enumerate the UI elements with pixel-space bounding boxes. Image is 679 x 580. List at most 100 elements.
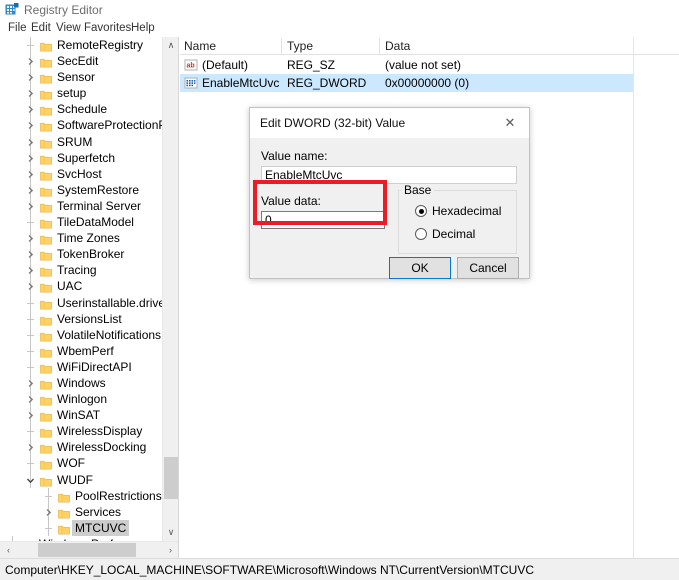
table-row[interactable]: ab (Default) REG_SZ (value not set): [180, 56, 633, 74]
chevron-right-icon[interactable]: [26, 246, 35, 262]
tree-scroll-left-arrow[interactable]: ‹: [0, 542, 17, 558]
chevron-right-icon[interactable]: [26, 69, 35, 85]
chevron-right-icon[interactable]: [26, 101, 35, 117]
chevron-right-icon[interactable]: [26, 439, 35, 455]
folder-icon: [40, 40, 52, 52]
chevron-right-icon[interactable]: [26, 53, 35, 69]
tree-item[interactable]: TileDataModel: [0, 214, 163, 231]
tree-item[interactable]: Sensor: [0, 69, 163, 86]
tree-connector-dash: [27, 366, 34, 368]
folder-icon: [40, 72, 52, 84]
values-list-right-divider: [633, 37, 634, 558]
tree-item[interactable]: Schedule: [0, 101, 163, 118]
column-header-data[interactable]: Data: [385, 39, 410, 53]
folder-icon: [40, 394, 52, 406]
tree-scroll-up-arrow[interactable]: ∧: [163, 37, 178, 54]
tree-item[interactable]: Superfetch: [0, 149, 163, 166]
tree-item[interactable]: SvcHost: [0, 165, 163, 182]
tree-horizontal-scrollbar[interactable]: ‹ ›: [0, 541, 178, 558]
folder-icon: [58, 523, 70, 535]
tree-item[interactable]: VersionsList: [0, 310, 163, 327]
value-data-input[interactable]: [261, 211, 385, 229]
tree-item[interactable]: WOF: [0, 455, 163, 472]
ok-button[interactable]: OK: [389, 257, 451, 279]
tree-item[interactable]: Services: [0, 503, 163, 520]
tree-item[interactable]: MTCUVC: [0, 519, 163, 536]
tree-item[interactable]: Tracing: [0, 262, 163, 279]
chevron-right-icon[interactable]: [26, 85, 35, 101]
chevron-right-icon[interactable]: [26, 407, 35, 423]
menu-file[interactable]: File: [5, 22, 30, 35]
tree-horizontal-scrollbar-thumb[interactable]: [38, 543, 136, 557]
chevron-right-icon[interactable]: [26, 391, 35, 407]
dialog-title: Edit DWORD (32-bit) Value: [260, 116, 406, 130]
chevron-right-icon[interactable]: [26, 182, 35, 198]
chevron-right-icon[interactable]: [26, 134, 35, 150]
tree-item-label: VolatileNotifications: [57, 327, 162, 342]
chevron-right-icon[interactable]: [44, 504, 53, 520]
column-divider-2[interactable]: [379, 38, 380, 54]
tree-item-label: WUDF: [57, 472, 93, 487]
folder-icon: [40, 265, 52, 277]
tree-item-label: TileDataModel: [57, 215, 134, 230]
menu-help[interactable]: Help: [128, 22, 158, 35]
tree-item[interactable]: WUDF: [0, 471, 163, 488]
column-header-type[interactable]: Type: [287, 39, 313, 53]
folder-icon: [40, 281, 52, 293]
tree-item[interactable]: WirelessDocking: [0, 439, 163, 456]
tree-vertical-scrollbar-thumb[interactable]: [164, 457, 178, 499]
tree-item[interactable]: WinSAT: [0, 407, 163, 424]
tree-item[interactable]: SecEdit: [0, 53, 163, 70]
menu-favorites[interactable]: Favorites: [81, 22, 134, 35]
menu-view[interactable]: View: [53, 22, 84, 35]
menu-edit[interactable]: Edit: [28, 22, 54, 35]
tree-vertical-scrollbar[interactable]: ∧ ∨: [162, 37, 178, 541]
chevron-right-icon[interactable]: [26, 230, 35, 246]
chevron-right-icon[interactable]: [26, 117, 35, 133]
radio-unselected-icon: [415, 228, 427, 240]
tree-item[interactable]: VolatileNotifications: [0, 326, 163, 343]
tree-item[interactable]: Winlogon: [0, 391, 163, 408]
chevron-right-icon[interactable]: [26, 278, 35, 294]
radio-decimal-label: Decimal: [432, 227, 476, 241]
tree-item[interactable]: RemoteRegistry: [0, 37, 163, 54]
table-row[interactable]: EnableMtcUvc REG_DWORD 0x00000000 (0): [180, 74, 633, 92]
tree-item-label: Winlogon: [57, 392, 108, 407]
folder-icon: [40, 442, 52, 454]
tree-item[interactable]: WbemPerf: [0, 342, 163, 359]
tree-item[interactable]: SystemRestore: [0, 181, 163, 198]
tree-scroll-down-arrow[interactable]: ∨: [163, 524, 178, 541]
tree-connector-dash: [27, 302, 34, 304]
tree-item-label: Sensor: [57, 70, 96, 85]
tree-item[interactable]: PoolRestrictions: [0, 487, 163, 504]
chevron-right-icon[interactable]: [26, 150, 35, 166]
tree-item[interactable]: setup: [0, 85, 163, 102]
chevron-right-icon[interactable]: [26, 166, 35, 182]
chevron-right-icon[interactable]: [26, 262, 35, 278]
tree-item-label: Time Zones: [57, 231, 120, 246]
tree-item[interactable]: Windows: [0, 374, 163, 392]
tree-item[interactable]: TokenBroker: [0, 246, 163, 263]
tree-scroll-right-arrow[interactable]: ›: [162, 542, 178, 558]
tree-item[interactable]: UAC: [0, 278, 163, 295]
value-name-input[interactable]: [261, 166, 517, 184]
tree-item[interactable]: SoftwareProtectionPl: [0, 117, 163, 134]
close-icon[interactable]: ✕: [491, 108, 529, 137]
tree-item-label: RemoteRegistry: [57, 38, 144, 52]
cancel-button[interactable]: Cancel: [457, 257, 519, 279]
chevron-right-icon[interactable]: [26, 198, 35, 214]
chevron-down-icon[interactable]: [26, 472, 35, 488]
registry-tree[interactable]: RemoteRegistry SecEdit Sensor setup Schedule…: [0, 37, 163, 541]
folder-icon: [40, 330, 52, 342]
tree-item[interactable]: Terminal Server: [0, 197, 163, 215]
chevron-right-icon[interactable]: [26, 375, 35, 391]
tree-item[interactable]: WiFiDirectAPI: [0, 358, 163, 375]
tree-item[interactable]: SRUM: [0, 133, 163, 150]
column-divider-1[interactable]: [281, 38, 282, 54]
column-header-name[interactable]: Name: [184, 39, 216, 53]
tree-item[interactable]: Userinstallable.driver: [0, 294, 163, 311]
tree-connector-dash: [45, 495, 52, 497]
tree-item[interactable]: WirelessDisplay: [0, 423, 163, 440]
tree-item[interactable]: Time Zones: [0, 230, 163, 247]
status-bar: Computer\HKEY_LOCAL_MACHINE\SOFTWARE\Mic…: [0, 558, 679, 580]
